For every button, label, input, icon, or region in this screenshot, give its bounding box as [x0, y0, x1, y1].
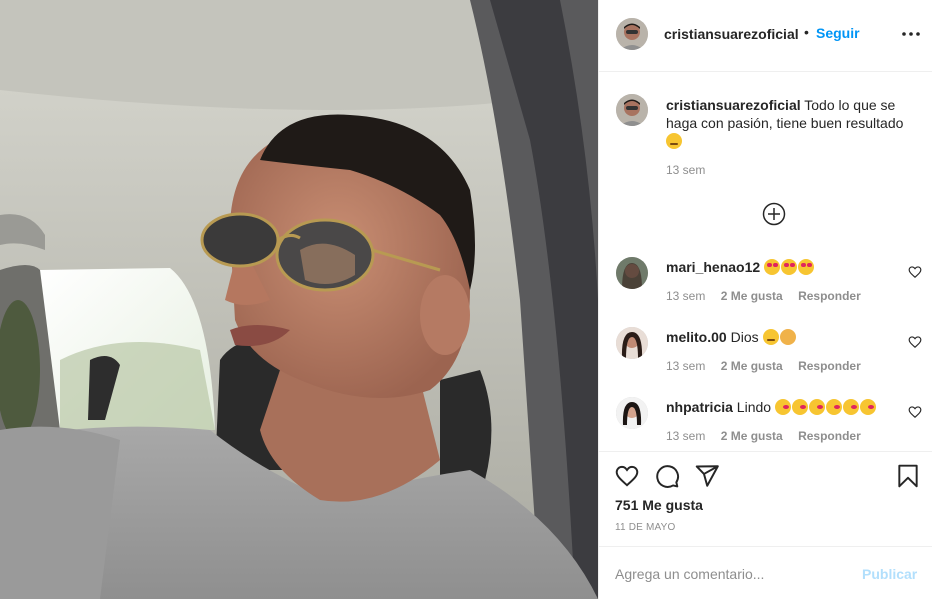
like-heart-icon[interactable]	[614, 463, 640, 489]
add-comment-bar: Publicar	[599, 546, 932, 599]
follow-button[interactable]: Seguir	[816, 25, 860, 41]
relieved-face-emoji-icon	[666, 133, 682, 149]
commenter-avatar[interactable]	[616, 257, 648, 289]
plus-circle-icon[interactable]	[762, 202, 786, 226]
comment-reply-button[interactable]: Responder	[798, 429, 861, 443]
comment-username[interactable]: mari_henao12	[666, 259, 760, 275]
publish-button[interactable]: Publicar	[862, 566, 917, 582]
heart-eyes-emoji-icon	[781, 259, 798, 275]
comment-item: melito.00 Dios 13 sem 2 Me gusta Respond…	[599, 327, 932, 391]
comment-username[interactable]: nhpatricia	[666, 399, 733, 415]
comment-item: mari_henao12 13 sem 2 Me gusta Responder	[599, 257, 932, 321]
post-photo[interactable]	[0, 0, 598, 599]
comment-meta: 13 sem 2 Me gusta Responder	[666, 429, 873, 443]
comment-likes[interactable]: 2 Me gusta	[721, 359, 783, 373]
kiss-emoji-icon	[791, 399, 808, 415]
likes-count[interactable]: 751 Me gusta	[615, 497, 703, 513]
caption-avatar[interactable]	[616, 94, 648, 126]
comment-timestamp[interactable]: 13 sem	[666, 429, 705, 443]
selfie-in-car-image	[0, 0, 598, 599]
comment-reply-button[interactable]: Responder	[798, 289, 861, 303]
comment-like-heart-icon[interactable]	[908, 405, 922, 419]
comment-meta: 13 sem 2 Me gusta Responder	[666, 359, 873, 373]
kiss-emoji-icon	[825, 399, 842, 415]
follow-separator: •	[804, 24, 809, 40]
heart-eyes-emoji-icon	[798, 259, 815, 275]
comment-username[interactable]: melito.00	[666, 329, 727, 345]
comment-text: Lindo	[736, 399, 772, 415]
comment-meta: 13 sem 2 Me gusta Responder	[666, 289, 873, 303]
comment-line: melito.00 Dios	[666, 329, 797, 345]
post-caption: cristiansuarezoficial Todo lo que se hag…	[599, 72, 932, 180]
comment-timestamp[interactable]: 13 sem	[666, 359, 705, 373]
kiss-emoji-icon	[774, 399, 791, 415]
kiss-emoji-icon	[808, 399, 825, 415]
save-bookmark-icon[interactable]	[895, 463, 921, 489]
comment-bubble-icon[interactable]	[654, 463, 680, 489]
comment-timestamp[interactable]: 13 sem	[666, 289, 705, 303]
kiss-emoji-icon	[859, 399, 876, 415]
post-details-panel: cristiansuarezoficial • Seguir cristians…	[598, 0, 932, 599]
share-paper-plane-icon[interactable]	[694, 463, 720, 489]
kiss-emoji-icon	[842, 399, 859, 415]
commenter-avatar[interactable]	[616, 397, 648, 429]
caption-username[interactable]: cristiansuarezoficial	[666, 97, 801, 113]
comment-line: mari_henao12	[666, 259, 815, 275]
caption-timestamp[interactable]: 13 sem	[666, 163, 705, 177]
comment-line: nhpatricia Lindo	[666, 399, 877, 415]
post-date[interactable]: 11 DE MAYO	[615, 522, 676, 533]
comment-likes[interactable]: 2 Me gusta	[721, 289, 783, 303]
comment-input[interactable]	[615, 563, 845, 585]
caption-text-block: cristiansuarezoficial Todo lo que se hag…	[666, 96, 918, 150]
commenter-avatar[interactable]	[616, 327, 648, 359]
comment-reply-button[interactable]: Responder	[798, 359, 861, 373]
heart-eyes-emoji-icon	[764, 259, 781, 275]
post-header: cristiansuarezoficial • Seguir	[599, 0, 932, 72]
comment-like-heart-icon[interactable]	[908, 335, 922, 349]
author-username[interactable]: cristiansuarezoficial	[664, 26, 799, 42]
comment-like-heart-icon[interactable]	[908, 265, 922, 279]
woman-gesturing-emoji-icon	[779, 329, 796, 345]
comment-likes[interactable]: 2 Me gusta	[721, 429, 783, 443]
more-horizontal-icon[interactable]	[899, 26, 923, 42]
post-actions-section: 751 Me gusta 11 DE MAYO Publicar	[599, 451, 932, 599]
smirk-emoji-icon	[762, 329, 779, 345]
comment-text: Dios	[730, 329, 759, 345]
author-avatar[interactable]	[616, 18, 648, 50]
